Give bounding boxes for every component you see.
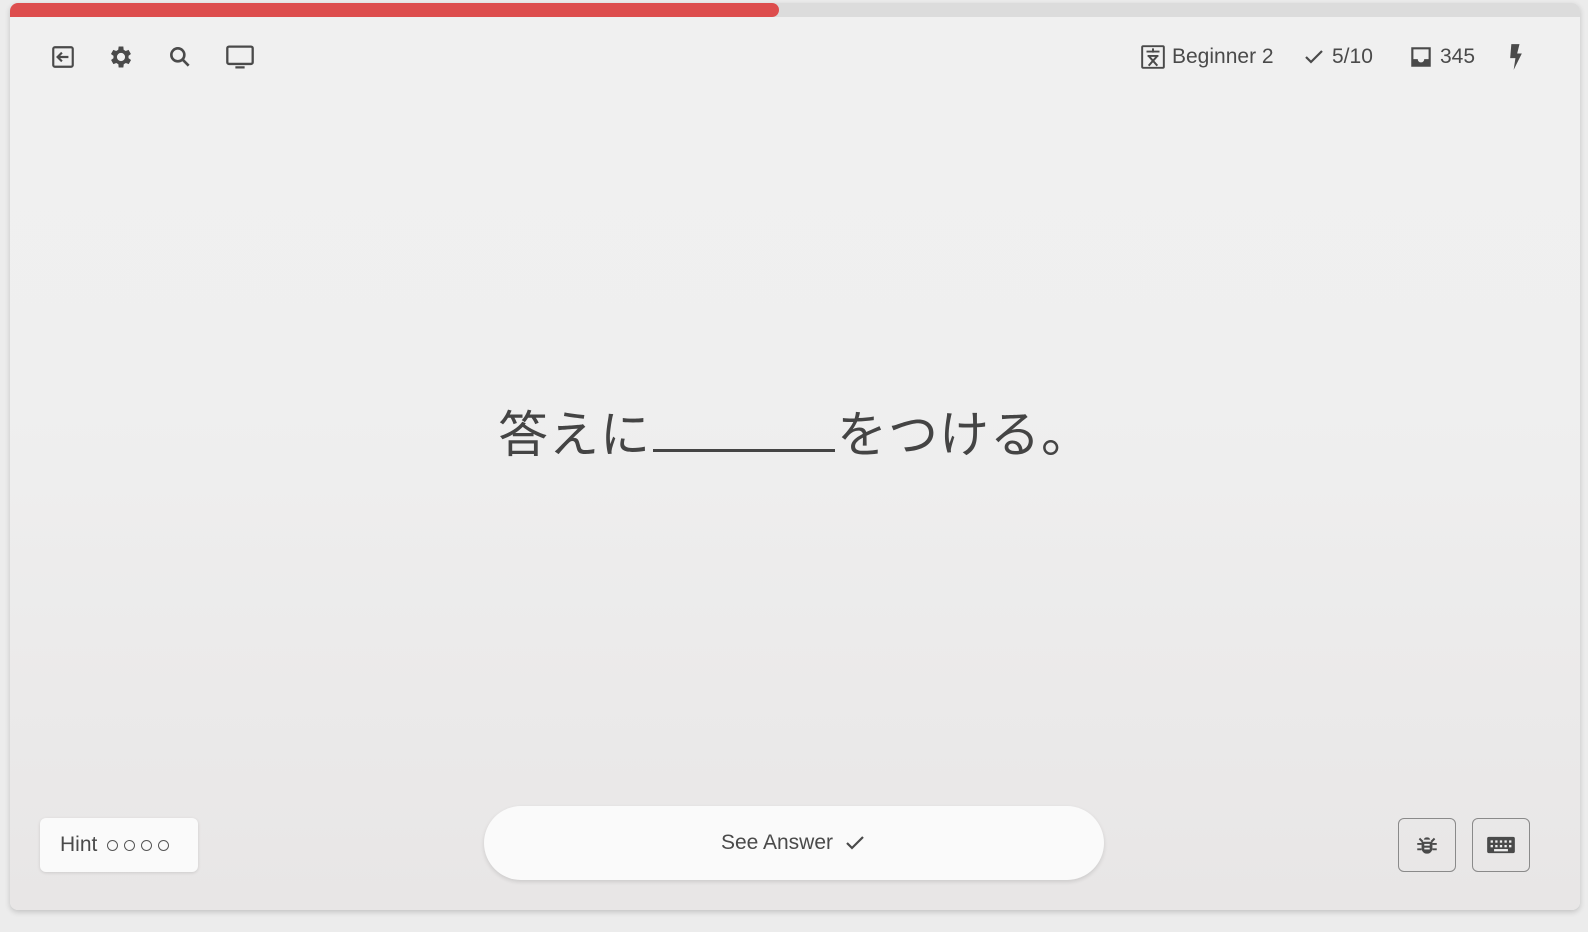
check-icon (846, 836, 864, 850)
level-label: Beginner 2 (1172, 45, 1274, 68)
level-indicator: Beginner 2 (1140, 41, 1274, 73)
question-sentence: 答えに をつける。 (10, 395, 1580, 467)
sentence-before: 答えに (498, 406, 651, 464)
score-label: 5/10 (1332, 45, 1373, 68)
bug-report-button[interactable] (1398, 818, 1456, 872)
inbox-icon (1411, 47, 1431, 67)
hint-label: Hint (60, 833, 98, 856)
keyboard-button[interactable] (1472, 818, 1530, 872)
hint-button[interactable]: Hint (40, 818, 198, 872)
answer-blank (653, 403, 835, 452)
hint-dot (141, 839, 153, 851)
keyboard-icon (1487, 836, 1515, 854)
count-indicator: 345 (1408, 41, 1475, 73)
hint-dot (107, 839, 119, 851)
bug-icon (1417, 837, 1437, 854)
sentence-after: をつける。 (837, 406, 1092, 464)
hint-dot (158, 839, 170, 851)
quiz-card: Beginner 2 5/10 345 答えに をつける。 Hint See An… (10, 3, 1580, 910)
score-indicator: 5/10 (1302, 41, 1373, 73)
see-answer-label: See Answer (720, 831, 834, 854)
gear-icon[interactable] (104, 40, 138, 74)
hint-dots (107, 839, 170, 851)
hint-dot (124, 839, 136, 851)
search-icon[interactable] (163, 40, 197, 74)
monitor-icon[interactable] (223, 40, 257, 74)
see-answer-button[interactable]: See Answer (484, 806, 1104, 880)
count-label: 345 (1440, 45, 1476, 68)
lightning-icon[interactable] (1506, 41, 1532, 73)
exit-icon[interactable] (46, 40, 80, 74)
progress-fill (10, 3, 780, 17)
check-icon (1305, 50, 1323, 64)
progress-bar (10, 3, 1580, 17)
kanji-book-icon (1141, 45, 1165, 69)
